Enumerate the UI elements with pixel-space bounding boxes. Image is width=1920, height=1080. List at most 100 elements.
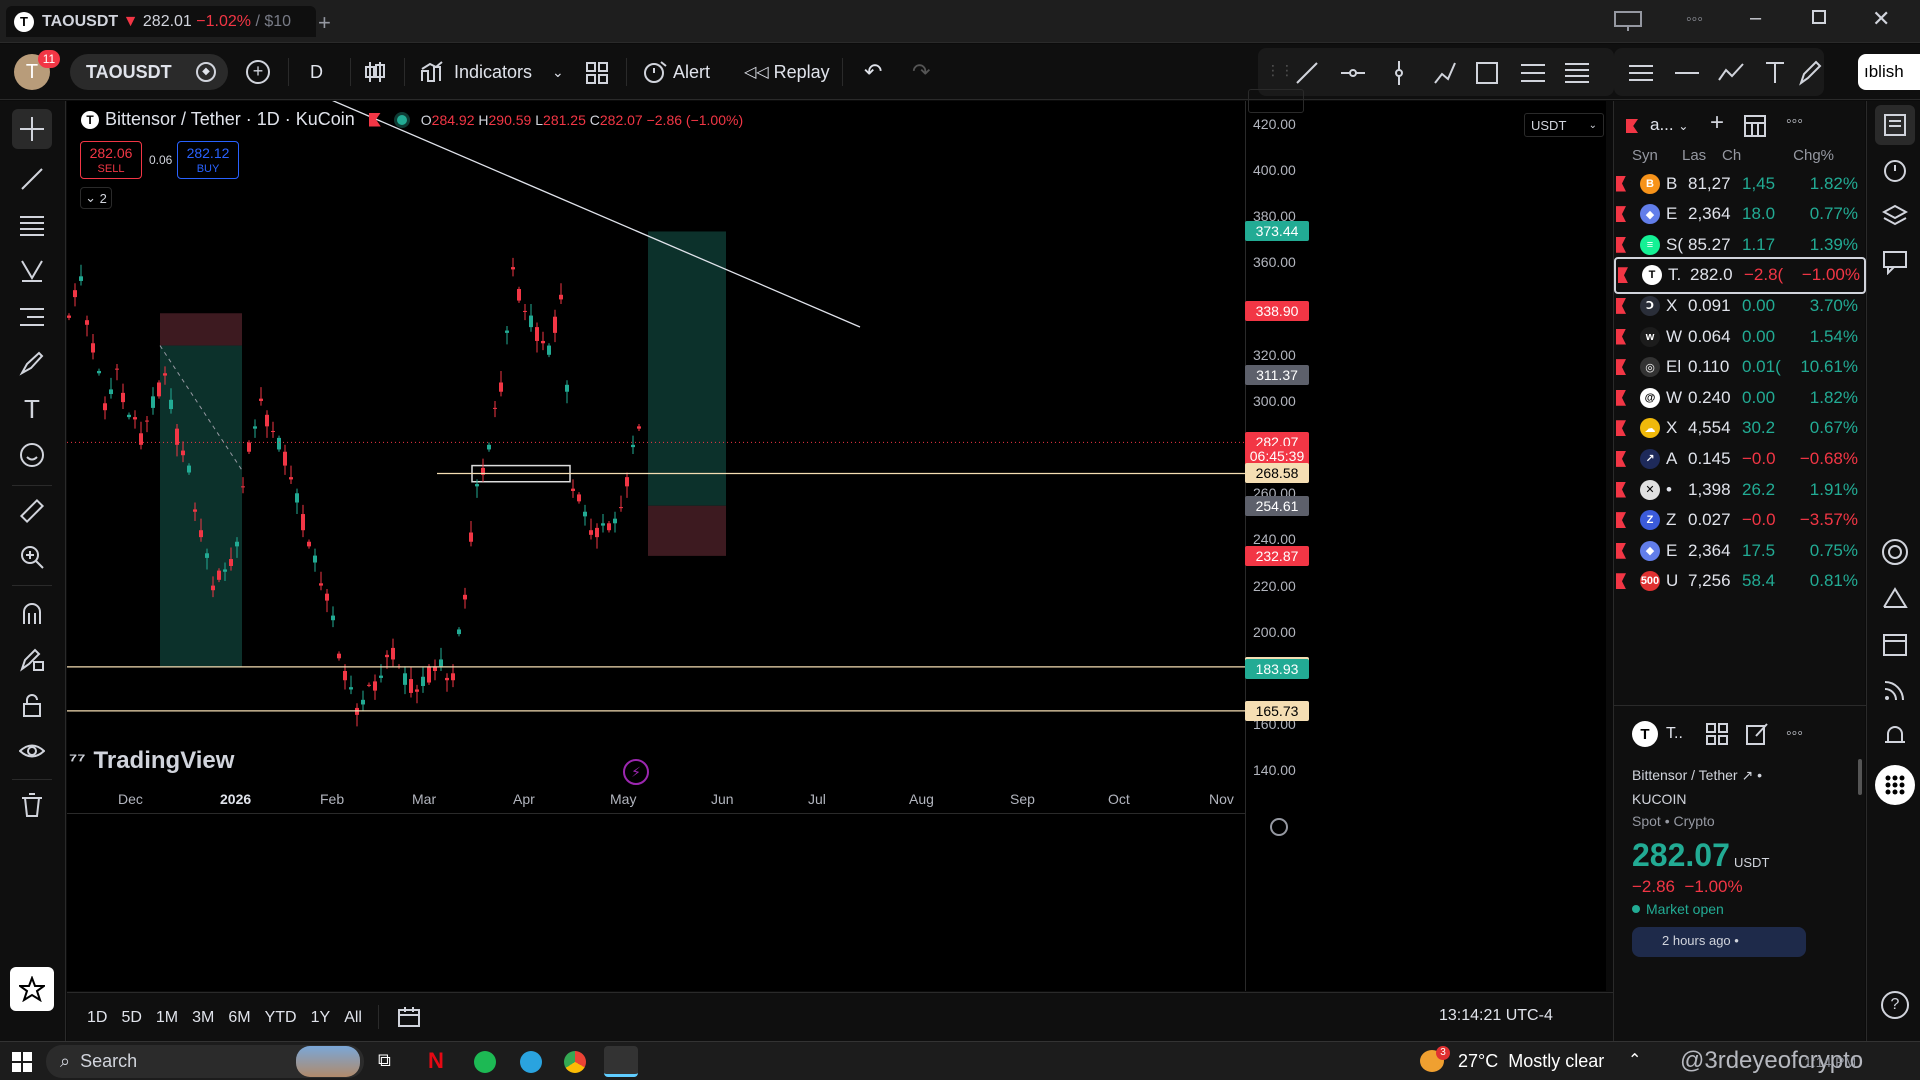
help-icon[interactable]: ?	[1881, 991, 1909, 1019]
advanced-view-icon[interactable]	[1744, 115, 1766, 137]
parallel-channel-icon[interactable]	[1628, 60, 1654, 86]
news-item[interactable]: 2 hours ago •	[1632, 927, 1806, 957]
text-tool-icon[interactable]	[1762, 60, 1788, 86]
brush-icon[interactable]	[1432, 60, 1458, 86]
price-label[interactable]: 232.87	[1245, 545, 1309, 566]
watchlist-row[interactable]: 500 U 7,256 58.4 0.81%	[1614, 563, 1866, 600]
chart-title[interactable]: Bittensor / Tether · 1D · KuCoin	[105, 109, 355, 130]
templates-icon[interactable]	[586, 62, 608, 84]
rectangle-icon[interactable]	[1474, 60, 1500, 86]
tradingview-app-icon[interactable]	[604, 1046, 638, 1077]
redo-icon[interactable]: ↷	[912, 44, 930, 100]
header-change[interactable]: Ch	[1722, 147, 1770, 164]
clock-timezone[interactable]: 13:14:21 UTC-4	[1439, 1007, 1553, 1025]
range-6m[interactable]: 6M	[228, 1009, 250, 1027]
watchlist-icon[interactable]	[1875, 105, 1915, 145]
chrome-icon[interactable]	[564, 1051, 586, 1073]
favorites-star-icon[interactable]	[10, 967, 54, 1011]
taskbar-clock[interactable]: 1:14 PM	[1804, 1054, 1856, 1070]
minimize-icon[interactable]: –	[1750, 7, 1761, 30]
lock-icon[interactable]	[12, 685, 52, 725]
crosshair-icon[interactable]	[12, 109, 52, 149]
close-icon[interactable]: ✕	[1872, 6, 1890, 32]
detail-name-row[interactable]: Bittensor / Tether ↗ •	[1632, 767, 1762, 784]
sell-button[interactable]: 282.06 SELL	[80, 141, 142, 179]
price-label[interactable]: 311.37	[1245, 364, 1309, 385]
price-label[interactable]: 338.90	[1245, 301, 1309, 322]
range-ytd[interactable]: YTD	[265, 1009, 297, 1027]
broadcast-icon[interactable]	[1878, 673, 1912, 707]
text-tool-icon[interactable]: T	[12, 389, 52, 429]
path-icon[interactable]	[1718, 60, 1744, 86]
alert-button[interactable]: Alert	[642, 44, 710, 100]
magnet-icon[interactable]	[12, 593, 52, 633]
horizontal-ray-icon[interactable]	[1340, 60, 1366, 86]
price-label[interactable]: 268.58	[1245, 463, 1309, 484]
price-label[interactable]: 165.73	[1245, 700, 1309, 721]
task-view-icon[interactable]: ⧉	[378, 1050, 391, 1071]
apps-grid-icon[interactable]	[1875, 765, 1915, 805]
indicators-button[interactable]: Indicators	[420, 44, 532, 100]
spotify-icon[interactable]	[474, 1051, 496, 1073]
drag-handle-icon[interactable]: ⋮⋮	[1266, 62, 1294, 79]
weather-text[interactable]: 27°C Mostly clear	[1458, 1051, 1604, 1072]
header-change-pct[interactable]: Chg%	[1770, 147, 1834, 164]
candles-icon[interactable]	[364, 60, 386, 84]
scrollbar[interactable]	[1858, 759, 1862, 795]
buy-button[interactable]: 282.12 BUY	[177, 141, 239, 179]
browser-tab[interactable]: T TAOUSDT ▼ 282.01 −1.02% / $10	[6, 6, 316, 37]
edit-note-icon[interactable]	[1746, 723, 1768, 745]
detail-symbol[interactable]: T..	[1666, 725, 1683, 743]
tray-chevron-icon[interactable]: ⌃	[1628, 1050, 1641, 1070]
zoom-icon[interactable]	[12, 537, 52, 577]
calendar-icon[interactable]	[1878, 627, 1912, 661]
long-position-icon[interactable]	[1520, 60, 1546, 86]
stay-in-drawing-icon[interactable]	[12, 639, 52, 679]
price-label[interactable]: 373.44	[1245, 221, 1309, 242]
pattern-tool-icon[interactable]	[12, 251, 52, 291]
interval-button[interactable]: D	[310, 44, 323, 100]
bell-icon[interactable]	[1878, 719, 1912, 753]
pine-icon[interactable]	[1878, 581, 1912, 615]
watchlist-more-icon[interactable]: ◦◦◦	[1786, 113, 1803, 131]
header-last[interactable]: Las	[1682, 147, 1722, 164]
price-label[interactable]: 183.93	[1245, 658, 1309, 679]
detail-layout-icon[interactable]	[1706, 723, 1728, 745]
undo-icon[interactable]: ↶	[864, 44, 882, 100]
range-3m[interactable]: 3M	[192, 1009, 214, 1027]
prediction-tool-icon[interactable]	[12, 297, 52, 337]
emoji-icon[interactable]	[12, 435, 52, 475]
watchlist-name-dropdown[interactable]: a... ⌄	[1650, 115, 1688, 135]
compare-add-icon[interactable]: +	[246, 60, 270, 84]
indicators-collapse-button[interactable]: ⌄ 2	[80, 187, 112, 209]
more-icon[interactable]: ◦◦◦	[1686, 11, 1703, 29]
settings-gear-icon[interactable]	[1270, 818, 1288, 836]
horizontal-line-icon[interactable]	[1674, 60, 1700, 86]
price-chart-canvas[interactable]	[67, 101, 1606, 991]
netflix-icon[interactable]: N	[428, 1048, 444, 1074]
chat-icon[interactable]	[1878, 245, 1912, 279]
restore-icon[interactable]	[1812, 10, 1826, 24]
range-1m[interactable]: 1M	[156, 1009, 178, 1027]
target-icon[interactable]	[1878, 535, 1912, 569]
chart-pane[interactable]: T Bittensor / Tether · 1D · KuCoin O284.…	[67, 89, 1606, 991]
detail-more-icon[interactable]: ◦◦◦	[1786, 725, 1803, 743]
telegram-icon[interactable]	[520, 1051, 542, 1073]
alarm-clock-icon[interactable]	[1878, 153, 1912, 187]
windows-start-icon[interactable]	[12, 1052, 32, 1072]
price-label[interactable]: 254.61	[1245, 495, 1309, 516]
range-1y[interactable]: 1Y	[311, 1009, 331, 1027]
eye-icon[interactable]	[12, 731, 52, 771]
lightning-event-icon[interactable]: ⚡	[623, 759, 649, 785]
brush-tool-icon[interactable]	[12, 343, 52, 383]
ruler-icon[interactable]	[12, 491, 52, 531]
publish-button[interactable]: ıblish	[1858, 54, 1920, 90]
indicators-dropdown-icon[interactable]: ⌄	[552, 44, 564, 100]
layout-icon[interactable]	[1614, 11, 1642, 31]
fib-retracement-icon[interactable]	[1564, 60, 1590, 86]
date-range-icon[interactable]	[397, 1006, 421, 1028]
header-symbol[interactable]: Syn	[1632, 147, 1682, 164]
currency-dropdown[interactable]: USDT ⌄	[1524, 113, 1604, 137]
vertical-line-icon[interactable]	[1386, 60, 1412, 86]
add-symbol-icon[interactable]: +	[1710, 109, 1724, 137]
